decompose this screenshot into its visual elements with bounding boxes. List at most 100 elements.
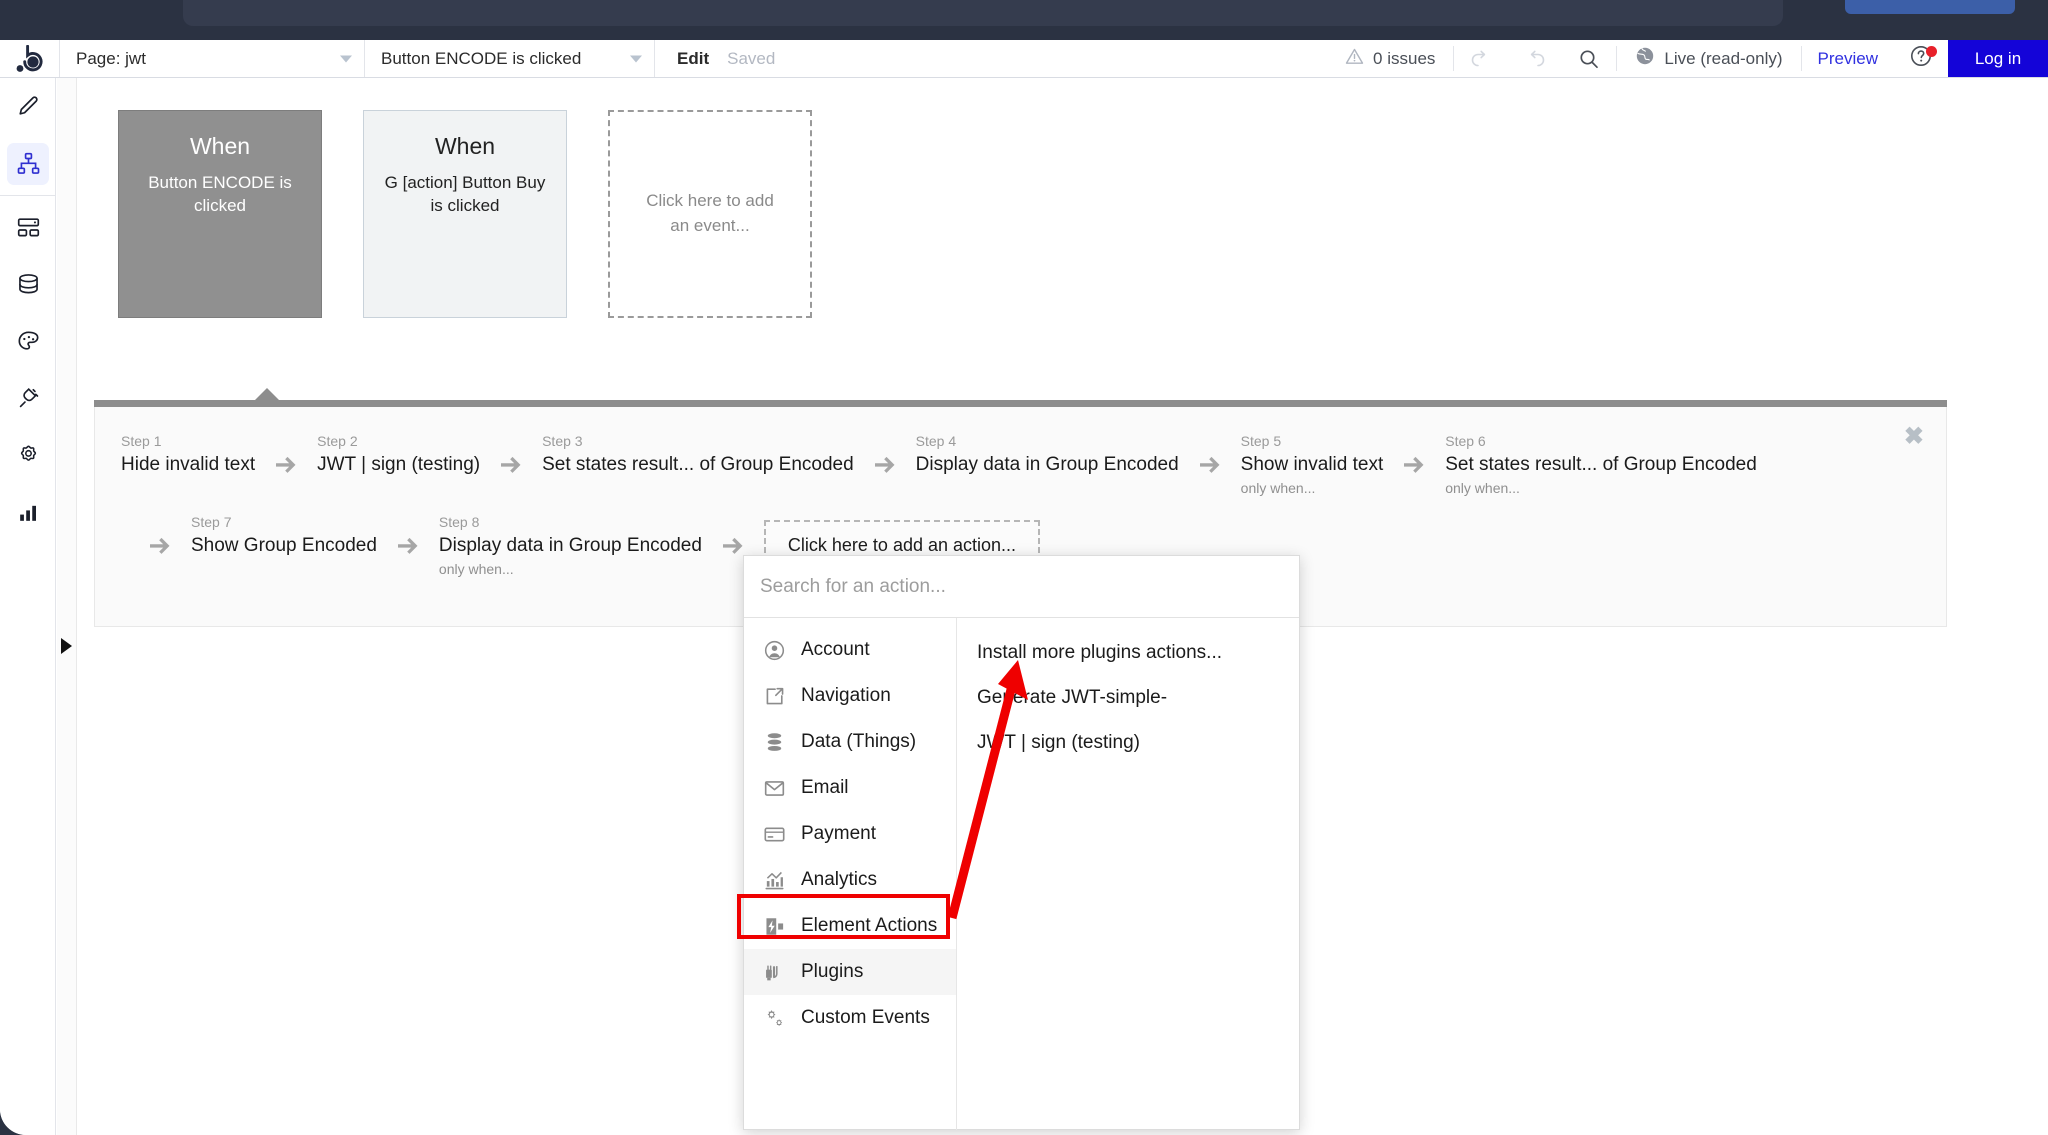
category-analytics[interactable]: Analytics (744, 857, 956, 903)
event-description: Button ENCODE is clicked (148, 173, 292, 215)
rail-item-settings[interactable] (0, 427, 56, 484)
search-icon[interactable] (1562, 40, 1616, 77)
step-arrow-icon (720, 534, 746, 560)
add-event-placeholder[interactable]: Click here to add an event... (608, 110, 812, 318)
rail-item-data-layout[interactable] (0, 199, 56, 256)
action-search-input[interactable] (760, 575, 1283, 598)
pencil-design-icon (7, 86, 49, 128)
issues-button[interactable]: 0 issues (1327, 40, 1453, 77)
preview-button[interactable]: Preview (1802, 40, 1894, 77)
page-selector[interactable]: Page: jwt (60, 40, 365, 77)
gears-icon (762, 1006, 786, 1030)
external-link-icon (762, 684, 786, 708)
category-account[interactable]: Account (744, 627, 956, 673)
category-label: Navigation (801, 685, 891, 706)
action-jwt-sign-testing[interactable]: JWT | sign (testing) (977, 720, 1299, 765)
rail-item-database[interactable] (0, 256, 56, 313)
close-x-icon[interactable]: ✖ (1904, 425, 1924, 449)
category-label: Email (801, 777, 849, 798)
undo-icon[interactable] (1454, 40, 1508, 77)
event-card-row: When Button ENCODE is clicked When G [ac… (118, 110, 812, 318)
step-title: Display data in Group Encoded (438, 535, 702, 556)
workflow-step[interactable]: Step 4 Display data in Group Encoded (916, 431, 1179, 478)
workflow-step[interactable]: Step 7 Show Group Encoded (191, 512, 377, 559)
step-number: Step 6 (1445, 433, 1486, 449)
event-when-label: When (434, 133, 496, 159)
event-card-selected[interactable]: When Button ENCODE is clicked (118, 110, 322, 318)
envelope-icon (762, 776, 786, 800)
data-layout-icon (7, 207, 49, 249)
left-rail (0, 78, 56, 1135)
step-title: JWT | sign (testing) (317, 454, 481, 475)
chevron-down-icon (340, 55, 352, 62)
event-selector[interactable]: Button ENCODE is clicked (365, 40, 655, 77)
category-custom-events[interactable]: Custom Events (744, 995, 956, 1041)
step-condition: only when... (1240, 479, 1316, 496)
step-number: Step 3 (542, 433, 583, 449)
help-button[interactable] (1894, 40, 1948, 77)
action-results-list: Install more plugins actions... Generate… (957, 618, 1299, 1130)
help-notification-badge (1926, 46, 1937, 57)
panel-collapse-strip[interactable] (57, 78, 77, 1135)
category-label: Custom Events (801, 1007, 930, 1028)
action-search-row (744, 556, 1299, 618)
element-bolt-icon (762, 914, 786, 938)
saved-status: Saved (727, 48, 776, 68)
rail-item-design[interactable] (0, 78, 56, 135)
category-navigation[interactable]: Navigation (744, 673, 956, 719)
category-label: Account (801, 639, 870, 660)
category-element-actions[interactable]: Element Actions (744, 903, 956, 949)
category-data-things[interactable]: Data (Things) (744, 719, 956, 765)
step-title: Show Group Encoded (191, 535, 377, 556)
database-icon (7, 264, 49, 306)
bubble-logo-icon[interactable] (0, 40, 60, 77)
workflow-step[interactable]: Step 6 Set states result... of Group Enc… (1445, 431, 1757, 499)
rail-item-logs[interactable] (0, 484, 56, 541)
rail-item-workflow[interactable] (0, 135, 56, 192)
browser-tab[interactable] (183, 0, 1783, 26)
login-button[interactable]: Log in (1948, 40, 2048, 77)
workflow-step[interactable]: Step 8 Display data in Group Encoded onl… (439, 512, 702, 580)
action-category-list: Account Navigation Data (Things) Email P… (744, 618, 957, 1130)
rail-item-styles[interactable] (0, 313, 56, 370)
edit-mode-label[interactable]: Edit (655, 40, 727, 77)
expand-right-arrow-icon[interactable] (61, 638, 72, 654)
step-arrow-icon (147, 534, 173, 560)
step-number: Step 2 (317, 433, 358, 449)
category-plugins[interactable]: Plugins (744, 949, 956, 995)
workflow-step[interactable]: Step 3 Set states result... of Group Enc… (542, 431, 854, 478)
workflow-step[interactable]: Step 5 Show invalid text only when... (1241, 431, 1384, 499)
browser-action-button[interactable] (1845, 0, 2015, 14)
event-card[interactable]: When G [action] Button Buy is clicked (363, 110, 567, 318)
step-number: Step 1 (121, 433, 162, 449)
issues-count-label: 0 issues (1373, 48, 1436, 68)
category-email[interactable]: Email (744, 765, 956, 811)
database-stack-icon (762, 730, 786, 754)
category-payment[interactable]: Payment (744, 811, 956, 857)
top-toolbar: Page: jwt Button ENCODE is clicked Edit … (0, 40, 2048, 78)
app-window: Page: jwt Button ENCODE is clicked Edit … (0, 40, 2048, 1135)
plug-icon (762, 960, 786, 984)
event-when-label: When (189, 133, 251, 159)
redo-icon[interactable] (1508, 40, 1562, 77)
workflow-step[interactable]: Step 1 Hide invalid text (121, 431, 255, 478)
action-picker-popup: Account Navigation (743, 555, 1300, 1130)
chevron-down-icon (630, 55, 642, 62)
step-number: Step 7 (191, 514, 232, 530)
workflow-step[interactable]: Step 2 JWT | sign (testing) (317, 431, 480, 478)
category-label: Data (Things) (801, 731, 917, 752)
action-picker-body: Account Navigation Data (Things) Email P… (744, 618, 1299, 1130)
step-arrow-icon (1401, 453, 1427, 479)
globe-icon (1635, 46, 1655, 71)
rail-item-plugins[interactable] (0, 370, 56, 427)
version-selector[interactable]: Live (read-only) (1617, 40, 1800, 77)
user-circle-icon (762, 638, 786, 662)
step-arrow-icon (872, 453, 898, 479)
action-install-more-plugins[interactable]: Install more plugins actions... (977, 630, 1299, 675)
action-generate-jwt-simple[interactable]: Generate JWT-simple- (977, 675, 1299, 720)
category-label: Plugins (801, 961, 864, 982)
category-label: Analytics (801, 869, 878, 890)
step-number: Step 8 (438, 514, 480, 530)
step-condition: only when... (438, 560, 514, 577)
step-title: Show invalid text (1240, 454, 1384, 475)
